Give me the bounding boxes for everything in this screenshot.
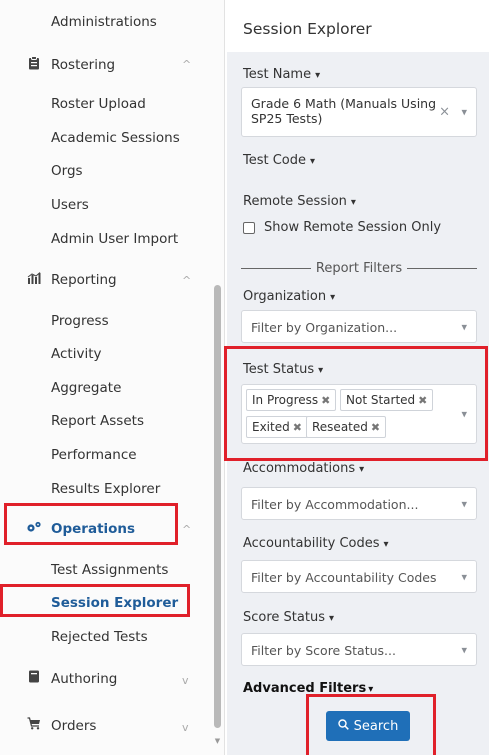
- chevron-up-icon[interactable]: ^: [182, 58, 191, 71]
- test-name-select[interactable]: Grade 6 Math (Manuals Using SP25 Tests) …: [241, 87, 477, 137]
- clear-icon[interactable]: ×: [439, 105, 450, 120]
- organization-label[interactable]: Organization ▾: [243, 289, 335, 304]
- chevron-up-icon[interactable]: ^: [182, 274, 191, 287]
- sidebar-scrollbar-thumb[interactable]: [214, 285, 221, 728]
- sidebar-group-orders[interactable]: Orders: [25, 717, 235, 734]
- show-remote-session-checkbox[interactable]: Show Remote Session Only: [243, 220, 441, 235]
- highlight-box-operations: [4, 503, 178, 545]
- chevron-down-icon: ▾: [383, 539, 389, 550]
- book-icon: [25, 670, 43, 687]
- bar-chart-icon: [25, 272, 43, 288]
- chevron-down-icon: ▾: [328, 613, 334, 624]
- chevron-down-icon[interactable]: ▾: [461, 320, 467, 333]
- organization-select[interactable]: Filter by Organization... ▾: [241, 310, 477, 343]
- highlight-box-test-status: [224, 346, 488, 461]
- test-name-value: Grade 6 Math (Manuals Using SP25 Tests): [251, 96, 437, 126]
- sidebar-group-authoring[interactable]: Authoring: [25, 670, 235, 687]
- chevron-up-icon[interactable]: ^: [182, 523, 191, 536]
- scroll-down-arrow-icon[interactable]: ▼: [214, 737, 221, 745]
- page-title: Session Explorer: [243, 20, 372, 38]
- chevron-down-icon: ▾: [315, 70, 321, 81]
- sidebar-group-rostering[interactable]: Rostering: [25, 56, 235, 74]
- chevron-down-icon: ▾: [310, 156, 316, 167]
- accommodations-label[interactable]: Accommodations ▾: [243, 461, 364, 476]
- accommodations-select[interactable]: Filter by Accommodation... ▾: [241, 487, 477, 520]
- checkbox-box[interactable]: [243, 221, 255, 234]
- chevron-down-icon: ▾: [330, 292, 336, 303]
- chevron-down-icon: ▾: [359, 464, 365, 475]
- test-name-label[interactable]: Test Name ▾: [243, 67, 320, 82]
- score-status-label[interactable]: Score Status ▾: [243, 610, 334, 625]
- highlight-box-session-explorer: [0, 584, 190, 617]
- chevron-down-icon[interactable]: ▾: [461, 643, 467, 656]
- test-code-label[interactable]: Test Code ▾: [243, 153, 315, 168]
- chevron-down-icon[interactable]: ▾: [461, 497, 467, 510]
- report-filters-divider: Report Filters: [241, 261, 478, 276]
- score-status-select[interactable]: Filter by Score Status... ▾: [241, 633, 477, 666]
- chevron-down-icon[interactable]: ▾: [461, 570, 467, 583]
- sidebar-nav: Administrations Rostering ^ Roster Uploa…: [0, 0, 225, 755]
- panel-header: Session Explorer: [227, 0, 489, 52]
- chevron-down-icon[interactable]: v: [182, 721, 189, 734]
- chevron-down-icon[interactable]: ▾: [461, 106, 467, 119]
- accountability-codes-select[interactable]: Filter by Accountability Codes ▾: [241, 560, 477, 593]
- highlight-box-search-button: [306, 694, 436, 755]
- chevron-down-icon: ▾: [350, 197, 356, 208]
- clipboard-icon: [25, 56, 43, 74]
- sidebar-group-reporting[interactable]: Reporting: [25, 272, 235, 288]
- remote-session-label[interactable]: Remote Session ▾: [243, 194, 356, 209]
- accountability-codes-label[interactable]: Accountability Codes ▾: [243, 536, 389, 551]
- chevron-down-icon[interactable]: v: [182, 674, 189, 687]
- cart-icon: [25, 717, 43, 734]
